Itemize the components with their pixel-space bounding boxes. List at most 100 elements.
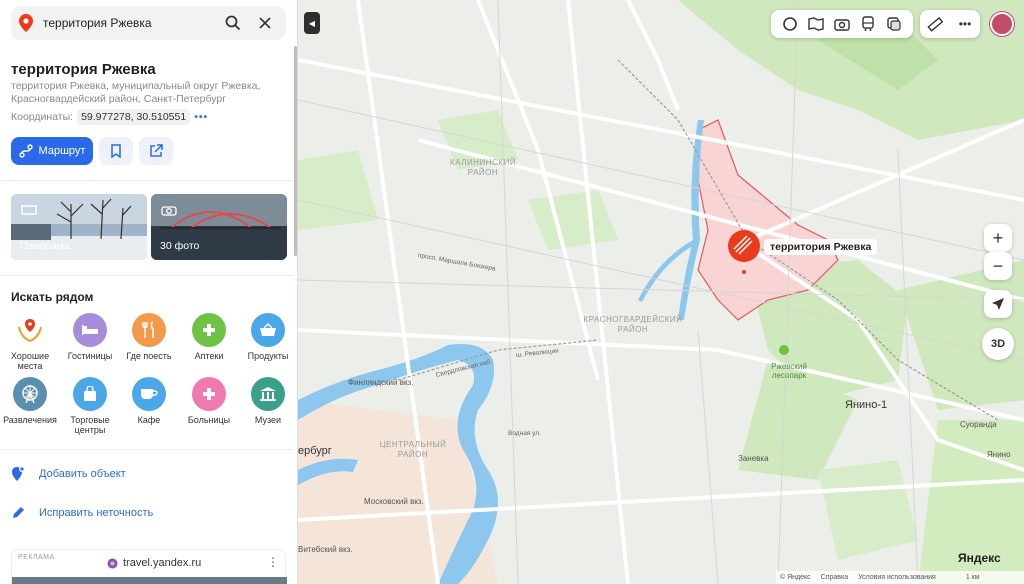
category-label: Кафе bbox=[137, 415, 161, 425]
zoom-out-button[interactable]: − bbox=[984, 252, 1012, 280]
add-location-icon bbox=[12, 466, 25, 481]
scale-label: 1 км bbox=[965, 574, 980, 581]
add-object-link[interactable]: Добавить объект bbox=[11, 466, 126, 482]
route-icon bbox=[18, 144, 33, 158]
route-button[interactable]: Маршрут bbox=[11, 137, 93, 165]
place-address: территория Ржевка, муниципальный округ Р… bbox=[11, 80, 261, 105]
map-canvas[interactable]: КАЛИНИНСКИЙ РАЙОН КРАСНОГВАРДЕЙСКИЙ РАЙО… bbox=[298, 0, 1024, 584]
pencil-icon bbox=[13, 507, 24, 518]
hospital-icon bbox=[192, 377, 226, 411]
user-avatar[interactable] bbox=[990, 12, 1014, 36]
station-label: Витебский вкз. bbox=[298, 545, 353, 554]
map-tools-toolbar: ••• bbox=[920, 10, 980, 38]
place-panel: территория Ржевка территория Ржевка терр… bbox=[0, 0, 298, 584]
fix-error-link[interactable]: Исправить неточность bbox=[11, 506, 153, 520]
basket-icon bbox=[251, 313, 285, 347]
place-label: Заневка bbox=[738, 454, 769, 463]
fix-error-label: Исправить неточность bbox=[39, 507, 154, 519]
travel-logo-icon bbox=[107, 558, 118, 568]
fork-knife-icon bbox=[132, 313, 166, 347]
panorama-tile[interactable]: Панорама bbox=[11, 194, 147, 260]
map-type-icon[interactable] bbox=[885, 15, 903, 33]
locate-me-button[interactable] bbox=[984, 290, 1012, 318]
transport-icon[interactable] bbox=[859, 15, 877, 33]
place-label: Янино bbox=[987, 450, 1011, 459]
category-label: Продукты bbox=[247, 351, 289, 361]
bed-icon bbox=[73, 313, 107, 347]
nearby-groceries[interactable]: Продукты bbox=[238, 313, 297, 361]
panorama-icon bbox=[21, 205, 37, 215]
nearby-malls[interactable]: Торговые центры bbox=[60, 377, 120, 435]
street-label: Водная ул. bbox=[508, 430, 541, 437]
category-label: Развлечения bbox=[3, 415, 57, 425]
category-label: Больницы bbox=[187, 415, 231, 425]
ad-menu-button[interactable]: ⋮ bbox=[267, 555, 279, 569]
zoom-in-button[interactable]: + bbox=[984, 224, 1012, 252]
place-marker-label[interactable]: территория Ржевка bbox=[764, 239, 878, 255]
divider bbox=[0, 275, 293, 276]
nearby-entertainment[interactable]: Развлечения bbox=[0, 377, 60, 425]
shopping-bag-icon bbox=[73, 377, 107, 411]
collapse-panel-button[interactable]: ◀ bbox=[304, 12, 320, 34]
category-label: Гостиницы bbox=[67, 351, 113, 361]
map-footer: © Яндекс Справка Условия использования 1… bbox=[776, 571, 1024, 584]
search-input[interactable]: территория Ржевка bbox=[43, 16, 214, 30]
place-title: территория Ржевка bbox=[11, 61, 156, 78]
panorama-label: Панорама bbox=[20, 240, 70, 252]
place-label: Суоранда bbox=[960, 420, 997, 429]
coordinates-value[interactable]: 59.977278, 30.510551 bbox=[77, 109, 191, 125]
category-label: Торговые центры bbox=[70, 415, 110, 435]
search-icon[interactable] bbox=[220, 10, 246, 36]
bookmark-icon bbox=[111, 144, 121, 158]
location-pin-icon bbox=[19, 14, 33, 32]
district-label: ЦЕНТРАЛЬНЫЙ РАЙОН bbox=[379, 440, 447, 459]
photo-layer-icon[interactable] bbox=[833, 15, 851, 33]
close-icon[interactable] bbox=[252, 10, 278, 36]
help-link[interactable]: Справка bbox=[821, 574, 848, 581]
photos-label: 30 фото bbox=[160, 240, 200, 252]
nearby-title: Искать рядом bbox=[11, 290, 94, 304]
coordinates-more-button[interactable]: ••• bbox=[194, 111, 208, 123]
ad-tag: РЕКЛАМА bbox=[18, 554, 55, 561]
bookmark-button[interactable] bbox=[99, 137, 133, 165]
nearby-museums[interactable]: Музеи bbox=[238, 377, 297, 425]
3d-toggle-button[interactable]: 3D bbox=[982, 328, 1014, 360]
nearby-pharmacies[interactable]: Аптеки bbox=[179, 313, 239, 361]
panorama-layer-icon[interactable] bbox=[807, 15, 825, 33]
nearby-cafe[interactable]: Кафе bbox=[119, 377, 179, 425]
map-layers-toolbar bbox=[771, 10, 913, 38]
terms-link[interactable]: Условия использования bbox=[858, 574, 936, 581]
yandex-logo: Яндекс bbox=[958, 551, 1001, 565]
nearby-hospitals[interactable]: Больницы bbox=[179, 377, 239, 425]
navigation-arrow-icon bbox=[992, 298, 1004, 310]
more-icon[interactable]: ••• bbox=[956, 15, 974, 33]
divider bbox=[0, 449, 293, 450]
coordinates-label: Координаты: bbox=[11, 111, 74, 123]
station-label: Финляндский вкз. bbox=[348, 378, 414, 387]
nearby-food[interactable]: Где поесть bbox=[119, 313, 179, 361]
ruler-icon[interactable] bbox=[926, 15, 944, 33]
panel-scrollbar[interactable] bbox=[294, 46, 297, 256]
photos-tile[interactable]: 30 фото bbox=[151, 194, 287, 260]
nearby-hotels[interactable]: Гостиницы bbox=[60, 313, 120, 361]
ad-image bbox=[12, 577, 287, 584]
city-label: ербург bbox=[298, 445, 332, 457]
search-bar[interactable]: территория Ржевка bbox=[11, 6, 286, 40]
category-label: Хорошие места bbox=[10, 351, 50, 371]
divider bbox=[0, 180, 293, 181]
ad-site: travel.yandex.ru bbox=[107, 557, 201, 569]
category-label: Где поесть bbox=[126, 351, 172, 361]
share-button[interactable] bbox=[139, 137, 173, 165]
category-label: Аптеки bbox=[194, 351, 224, 361]
ad-card[interactable]: РЕКЛАМА travel.yandex.ru ⋮ bbox=[11, 549, 287, 584]
layers-icon[interactable] bbox=[781, 15, 799, 33]
district-label: КАЛИНИНСКИЙ РАЙОН bbox=[450, 158, 516, 177]
share-icon bbox=[150, 144, 163, 157]
coordinates-row: Координаты: 59.977278, 30.510551 ••• bbox=[11, 109, 208, 125]
yandex-maps-app: территория Ржевка территория Ржевка терр… bbox=[0, 0, 1024, 584]
park-label: Ржевский лесопарк bbox=[771, 362, 807, 380]
nearby-good-places[interactable]: Хорошие места bbox=[0, 313, 60, 371]
copyright-label: © Яндекс bbox=[780, 574, 811, 581]
plus-icon bbox=[192, 313, 226, 347]
place-label: Янино-1 bbox=[845, 399, 888, 411]
